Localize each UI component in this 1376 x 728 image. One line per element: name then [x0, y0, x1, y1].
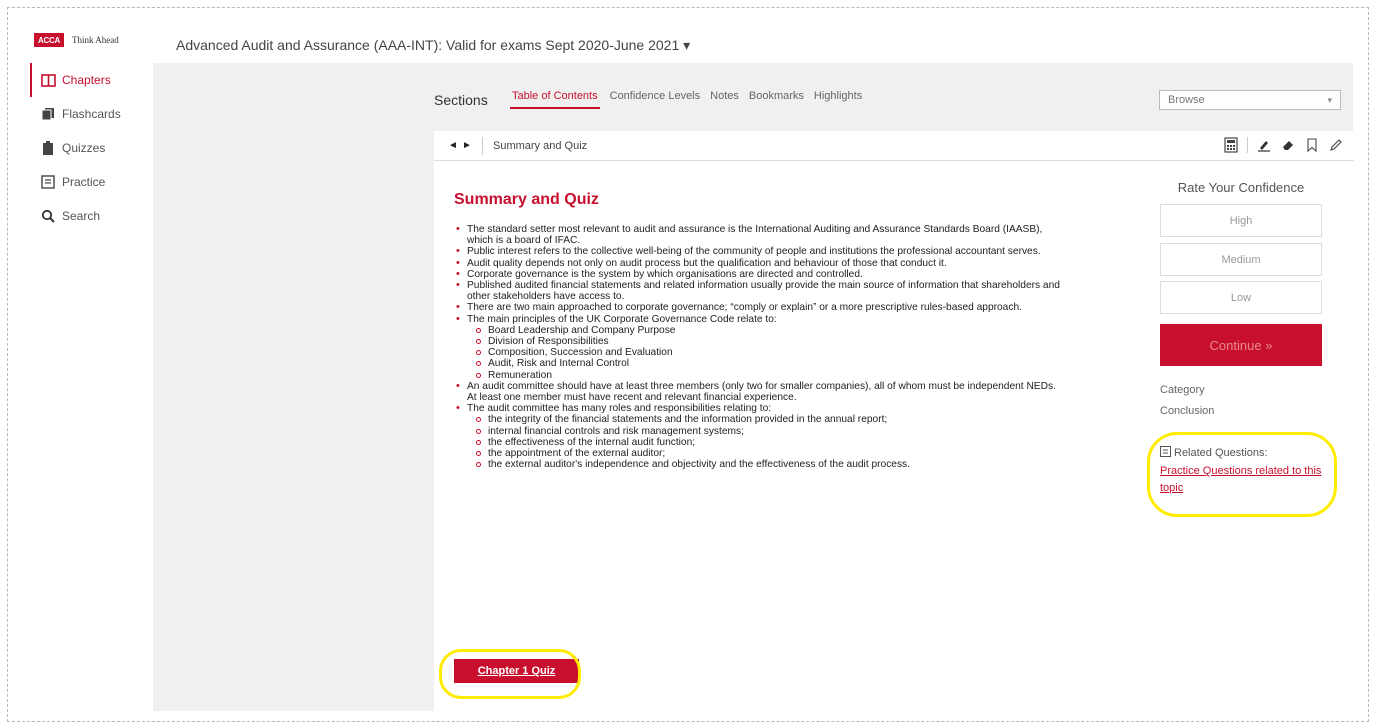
calculator-icon[interactable]: [1223, 137, 1239, 153]
pencil-icon[interactable]: [1328, 137, 1344, 153]
tab-table-of-contents[interactable]: Table of Contents: [510, 90, 600, 109]
principles-sublist: Board Leadership and Company Purpose Div…: [454, 325, 1064, 381]
sub-list-item: Board Leadership and Company Purpose: [474, 325, 1064, 336]
sub-list-item: Audit, Risk and Internal Control: [474, 358, 1064, 369]
highlight-ring-quiz: [439, 649, 581, 699]
course-selector[interactable]: Advanced Audit and Assurance (AAA-INT): …: [176, 37, 690, 54]
article: Summary and Quiz The standard setter mos…: [454, 191, 1064, 470]
acca-logo[interactable]: ACCA Think Ahead: [34, 33, 119, 47]
sub-list-item: the integrity of the financial statement…: [474, 414, 1064, 425]
list-item: There are two main approached to corpora…: [454, 302, 1064, 313]
sidebar-item-practice[interactable]: Practice: [30, 165, 152, 199]
practice-doc-icon: [40, 174, 56, 190]
sub-list-item: Composition, Succession and Evaluation: [474, 347, 1064, 358]
sidebar-item-chapters[interactable]: Chapters: [30, 63, 152, 97]
toolbar-icon-divider: [1247, 137, 1248, 153]
next-arrow-icon[interactable]: ►: [460, 140, 474, 151]
sidebar-item-flashcards[interactable]: Flashcards: [30, 97, 152, 131]
sidebar-item-label: Quizzes: [62, 141, 106, 155]
responsibilities-sublist: the integrity of the financial statement…: [454, 414, 1064, 470]
rate-confidence-title: Rate Your Confidence: [1177, 180, 1305, 195]
sub-list-item: internal financial controls and risk man…: [474, 426, 1064, 437]
sub-list-item: the external auditor's independence and …: [474, 459, 1064, 470]
tab-notes[interactable]: Notes: [710, 90, 739, 109]
sub-list-item: the effectiveness of the internal audit …: [474, 437, 1064, 448]
tab-bookmarks[interactable]: Bookmarks: [749, 90, 804, 109]
book-open-icon: [40, 72, 56, 88]
category-label: Category: [1160, 384, 1205, 396]
content-toolbar: ◄ ► Summary and Quiz: [434, 131, 1354, 161]
sidebar-nav: Chapters Flashcards Quizzes Practice Sea…: [30, 63, 152, 233]
list-item: Corporate governance is the system by wh…: [454, 269, 1064, 280]
article-heading: Summary and Quiz: [454, 191, 599, 208]
summary-list: The standard setter most relevant to aud…: [454, 224, 1064, 470]
list-item: Published audited financial statements a…: [454, 280, 1064, 302]
sidebar-item-quizzes[interactable]: Quizzes: [30, 131, 152, 165]
sidebar-item-label: Chapters: [62, 73, 111, 87]
bookmark-icon[interactable]: [1304, 137, 1320, 153]
logo-mark: ACCA: [34, 33, 64, 47]
list-item: An audit committee should have at least …: [454, 381, 1064, 403]
sidebar-item-search[interactable]: Search: [30, 199, 152, 233]
sidebar-item-label: Practice: [62, 175, 106, 189]
sub-list-item: Division of Responsibilities: [474, 336, 1064, 347]
highlighter-icon[interactable]: [1256, 137, 1272, 153]
toolbar-title: Summary and Quiz: [493, 139, 588, 152]
clipboard-icon: [40, 140, 56, 156]
sub-list-item: the appointment of the external auditor;: [474, 448, 1064, 459]
principles-sublist-wrapper: Board Leadership and Company Purpose Div…: [454, 325, 1064, 381]
flashcards-icon: [40, 106, 56, 122]
list-item: Audit quality depends not only on audit …: [454, 258, 1064, 269]
highlight-ring-related: [1147, 432, 1337, 517]
list-item: The main principles of the UK Corporate …: [454, 314, 1064, 325]
conclusion-label: Conclusion: [1160, 405, 1215, 417]
continue-button[interactable]: Continue »: [1160, 324, 1322, 366]
sub-list-item: Remuneration: [474, 370, 1064, 381]
confidence-medium-button[interactable]: Medium: [1160, 243, 1322, 276]
previous-arrow-icon[interactable]: ◄: [446, 140, 460, 151]
chevron-down-icon: ▾: [1327, 94, 1332, 105]
confidence-low-button[interactable]: Low: [1160, 281, 1322, 314]
responsibilities-sublist-wrapper: the integrity of the financial statement…: [454, 414, 1064, 470]
sections-label: Sections: [434, 92, 488, 108]
logo-tagline: Think Ahead: [72, 35, 119, 45]
browse-value: Browse: [1168, 94, 1205, 106]
toolbar-icons: [1223, 137, 1344, 153]
toolbar-divider: [482, 136, 483, 155]
sections-tabs: Table of Contents Confidence Levels Note…: [510, 90, 862, 109]
browse-select[interactable]: Browse ▾: [1159, 90, 1341, 110]
sidebar-item-label: Search: [62, 209, 101, 223]
confidence-high-button[interactable]: High: [1160, 204, 1322, 237]
list-item: The standard setter most relevant to aud…: [454, 224, 1064, 246]
sections-bar: Sections Table of Contents Confidence Le…: [434, 88, 1354, 114]
sidebar-item-label: Flashcards: [62, 107, 121, 121]
search-icon: [40, 208, 56, 224]
tab-highlights[interactable]: Highlights: [814, 90, 862, 109]
list-item: Public interest refers to the collective…: [454, 246, 1064, 257]
tab-confidence-levels[interactable]: Confidence Levels: [610, 90, 701, 109]
eraser-icon[interactable]: [1280, 137, 1296, 153]
list-item: The audit committee has many roles and r…: [454, 403, 1064, 414]
